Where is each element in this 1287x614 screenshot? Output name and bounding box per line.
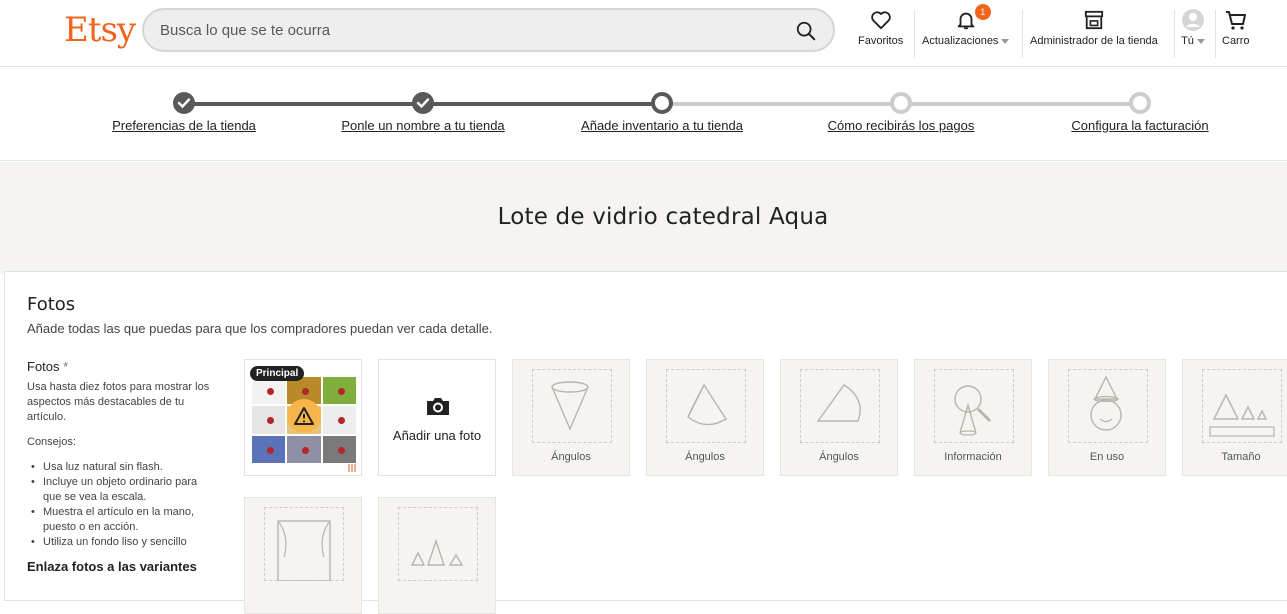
step-link-name[interactable]: Ponle un nombre a tu tienda <box>341 118 504 133</box>
step-4-dot <box>890 92 912 114</box>
photo-collage-cell <box>252 377 286 405</box>
step-link-payments[interactable]: Cómo recibirás los pagos <box>828 118 975 133</box>
photo-slot-setting[interactable] <box>244 497 362 614</box>
photos-card: Fotos Añade todas las que puedas para qu… <box>4 271 1287 614</box>
cart-label: Carro <box>1222 35 1250 47</box>
main-photo-tile[interactable]: Principal <box>244 359 362 476</box>
updates-label: Actualizaciones <box>922 35 999 47</box>
photo-slot-info[interactable]: Información <box>914 359 1032 476</box>
chevron-down-icon <box>1196 38 1205 44</box>
listing-title: Lote de vidrio catedral Aqua <box>497 204 829 230</box>
link-variants-title: Enlaza fotos a las variantes <box>27 559 197 574</box>
photos-description: Usa hasta diez fotos para mostrar los as… <box>27 381 210 423</box>
slot-caption: Información <box>944 451 1002 463</box>
photo-slot-size[interactable]: Tamaño <box>1182 359 1287 476</box>
photo-slot-angles-3[interactable]: Ángulos <box>780 359 898 476</box>
photo-slot-angles-1[interactable]: Ángulos <box>512 359 630 476</box>
step-3-current-dot <box>651 92 673 114</box>
heart-icon <box>870 11 891 30</box>
search-icon[interactable] <box>795 20 817 42</box>
cart-nav[interactable]: Carro <box>1222 8 1250 58</box>
step-5-dot <box>1129 92 1151 114</box>
photos-help: Fotos * Usa hasta diez fotos para mostra… <box>27 359 217 574</box>
updates-badge: 1 <box>974 4 991 20</box>
shop-manager-nav[interactable]: Administrador de la tienda <box>1030 8 1158 58</box>
step-link-preferences[interactable]: Preferencias de la tienda <box>112 118 256 133</box>
photo-collage-cell <box>252 435 286 463</box>
slot-caption: Tamaño <box>1221 451 1261 463</box>
etsy-logo[interactable]: Etsy <box>64 10 136 50</box>
cone-hat-person-icon <box>1090 375 1122 431</box>
slot-caption: Ángulos <box>819 451 859 463</box>
cones-ruler-icon <box>1209 393 1275 437</box>
you-label: Tú <box>1181 35 1194 47</box>
step-2-check-icon <box>412 92 434 114</box>
photo-collage-cell <box>322 435 356 463</box>
onboarding-stepper: Preferencias de la tienda Ponle un nombr… <box>0 68 1287 161</box>
cone-tilted-icon <box>687 383 727 426</box>
favorites-nav[interactable]: Favoritos <box>858 8 903 58</box>
tips-title: Consejos: <box>27 436 76 448</box>
photo-collage-cell <box>252 406 286 434</box>
cone-side-icon <box>816 384 861 422</box>
step-link-inventory[interactable]: Añade inventario a tu tienda <box>581 118 743 133</box>
tip-item: Utiliza un fondo liso y sencillo <box>27 535 217 550</box>
photos-label: Fotos <box>27 359 60 374</box>
tip-item: Incluye un objeto ordinario para que se … <box>27 475 217 505</box>
add-photo-button[interactable]: Añadir una foto <box>378 359 496 476</box>
you-nav[interactable]: Tú <box>1181 8 1205 58</box>
bell-icon <box>957 12 974 30</box>
cone-angle-icon <box>551 381 589 431</box>
step-link-billing[interactable]: Configura la facturación <box>1071 118 1208 133</box>
photo-collage-cell <box>322 377 356 405</box>
avatar-icon <box>1182 9 1204 31</box>
listing-title-band: Lote de vidrio catedral Aqua <box>0 162 1287 274</box>
slot-caption: Ángulos <box>551 451 591 463</box>
favorites-label: Favoritos <box>858 35 904 47</box>
photo-slot-in-use[interactable]: En uso <box>1048 359 1166 476</box>
photos-section-title: Fotos <box>27 294 76 315</box>
slot-caption: Ángulos <box>685 451 725 463</box>
search-input[interactable] <box>160 19 760 41</box>
updates-nav[interactable]: 1 Actualizaciones <box>922 4 1010 58</box>
tip-item: Muestra el artículo en la mano, puesto o… <box>27 505 217 535</box>
shop-manager-label: Administrador de la tienda <box>1030 35 1158 47</box>
photo-slot-group[interactable] <box>378 497 496 614</box>
slot-caption: En uso <box>1089 451 1125 463</box>
principal-badge: Principal <box>250 366 305 381</box>
site-header: Etsy Favoritos 1 Actualizaciones Adminis… <box>0 0 1287 67</box>
photo-slot-angles-2[interactable]: Ángulos <box>646 359 764 476</box>
camera-icon <box>427 398 449 415</box>
chevron-down-icon <box>1001 38 1010 44</box>
search-bar[interactable] <box>142 8 835 52</box>
add-photo-label: Añadir una foto <box>392 428 482 443</box>
window-scene-icon <box>277 520 331 581</box>
required-mark: * <box>63 359 69 374</box>
warning-icon[interactable] <box>287 399 321 433</box>
photos-section-subtitle: Añade todas las que puedas para que los … <box>27 321 493 336</box>
photo-collage-cell <box>322 406 356 434</box>
grid-icon <box>348 464 356 472</box>
cones-group-icon <box>410 538 464 566</box>
cart-icon <box>1225 11 1246 30</box>
tip-item: Usa luz natural sin flash. <box>27 460 217 475</box>
tips-list: Usa luz natural sin flash. Incluye un ob… <box>27 460 217 550</box>
magnifier-cone-icon <box>954 385 992 436</box>
shop-icon <box>1084 10 1103 30</box>
photo-collage-cell <box>287 435 321 463</box>
step-1-check-icon <box>173 92 195 114</box>
